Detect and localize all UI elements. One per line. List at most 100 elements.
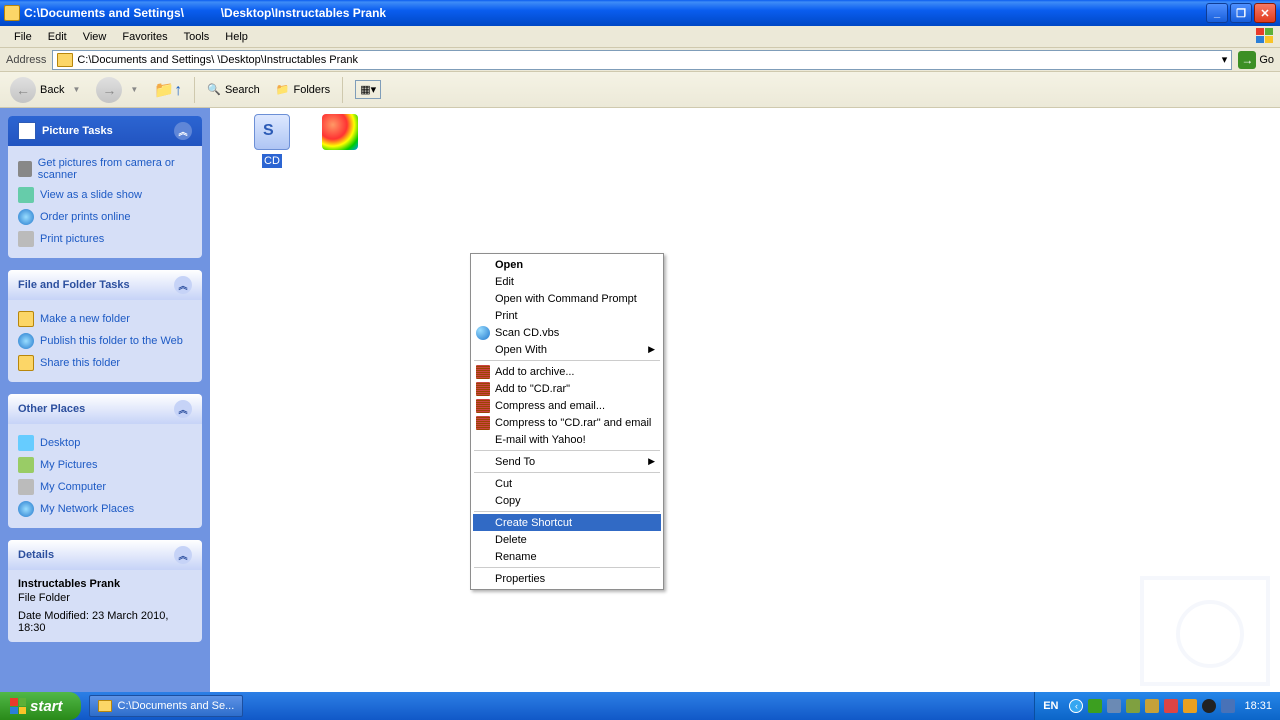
picture-icon xyxy=(18,122,36,140)
minimize-button[interactable]: _ xyxy=(1206,3,1228,23)
collapse-icon[interactable]: ︽ xyxy=(174,546,192,564)
place-desktop[interactable]: Desktop xyxy=(18,432,192,454)
tray-icon[interactable] xyxy=(1164,699,1178,713)
picture-tasks-panel: Picture Tasks ︽ Get pictures from camera… xyxy=(8,116,202,258)
other-places-panel: Other Places︽ Desktop My Pictures My Com… xyxy=(8,394,202,528)
msn-butterfly-icon xyxy=(322,114,358,150)
tray-icon[interactable] xyxy=(1221,699,1235,713)
menu-file[interactable]: File xyxy=(6,29,40,45)
tray-icon[interactable] xyxy=(1088,699,1102,713)
go-button[interactable]: → Go xyxy=(1238,51,1274,69)
separator xyxy=(194,77,195,103)
ctx-send-to[interactable]: Send To xyxy=(473,453,661,470)
taskbar: start C:\Documents and Se... EN ‹ 18:31 xyxy=(0,692,1280,720)
system-tray: EN ‹ 18:31 xyxy=(1034,692,1280,720)
ctx-edit[interactable]: Edit xyxy=(473,273,661,290)
ctx-e-mail-with-yahoo-[interactable]: E-mail with Yahoo! xyxy=(473,431,661,448)
go-arrow-icon: → xyxy=(1238,51,1256,69)
details-name: Instructables Prank xyxy=(18,578,192,590)
window-title: C:\Documents and Settings\ \Desktop\Inst… xyxy=(24,6,1206,20)
tray-icon[interactable] xyxy=(1107,699,1121,713)
task-slideshow[interactable]: View as a slide show xyxy=(18,184,192,206)
globe-icon xyxy=(18,209,34,225)
folders-button[interactable]: 📁Folders xyxy=(272,81,334,98)
task-publish-web[interactable]: Publish this folder to the Web xyxy=(18,330,192,352)
folder-content[interactable]: CD OpenEditOpen with Command PromptPrint… xyxy=(210,108,1280,692)
file-cd-vbs[interactable]: CD xyxy=(236,114,308,168)
task-share-folder[interactable]: Share this folder xyxy=(18,352,192,374)
task-get-pictures[interactable]: Get pictures from camera or scanner xyxy=(18,154,192,184)
task-new-folder[interactable]: Make a new folder xyxy=(18,308,192,330)
up-folder-icon: 📁↑ xyxy=(154,80,182,100)
ctx-print[interactable]: Print xyxy=(473,307,661,324)
ctx-compress-to-cd-rar-and-email[interactable]: Compress to "CD.rar" and email xyxy=(473,414,661,431)
task-order-prints[interactable]: Order prints online xyxy=(18,206,192,228)
computer-icon xyxy=(18,479,34,495)
folder-icon xyxy=(98,700,112,712)
vbs-file-icon xyxy=(254,114,290,150)
ctx-add-to-cd-rar-[interactable]: Add to "CD.rar" xyxy=(473,380,661,397)
window-buttons: _ ❐ ✕ xyxy=(1206,3,1276,23)
address-input[interactable]: C:\Documents and Settings\ \Desktop\Inst… xyxy=(52,50,1232,70)
menu-view[interactable]: View xyxy=(75,29,115,45)
ctx-compress-and-email-[interactable]: Compress and email... xyxy=(473,397,661,414)
details-header[interactable]: Details︽ xyxy=(8,540,202,570)
desktop-icon xyxy=(18,435,34,451)
file-msn[interactable] xyxy=(304,114,376,150)
folder-icon xyxy=(57,53,73,67)
language-indicator[interactable]: EN xyxy=(1043,700,1058,712)
separator xyxy=(342,77,343,103)
menu-tools[interactable]: Tools xyxy=(176,29,218,45)
ctx-scan-cd-vbs[interactable]: Scan CD.vbs xyxy=(473,324,661,341)
ctx-open-with[interactable]: Open With xyxy=(473,341,661,358)
clock[interactable]: 18:31 xyxy=(1244,700,1272,712)
ctx-cut[interactable]: Cut xyxy=(473,475,661,492)
menu-edit[interactable]: Edit xyxy=(40,29,75,45)
address-label: Address xyxy=(6,54,46,66)
back-button[interactable]: ← Back▼ xyxy=(6,75,84,105)
search-button[interactable]: 🔍Search xyxy=(203,81,264,98)
taskbar-explorer-button[interactable]: C:\Documents and Se... xyxy=(89,695,244,717)
ctx-rename[interactable]: Rename xyxy=(473,548,661,565)
views-button[interactable]: ▦▾ xyxy=(351,78,385,101)
picture-tasks-header[interactable]: Picture Tasks ︽ xyxy=(8,116,202,146)
slideshow-icon xyxy=(18,187,34,203)
collapse-icon[interactable]: ︽ xyxy=(174,122,192,140)
printer-icon xyxy=(18,231,34,247)
rar-icon xyxy=(476,416,490,430)
folder-icon xyxy=(4,5,20,21)
context-menu: OpenEditOpen with Command PromptPrintSca… xyxy=(470,253,664,590)
forward-button[interactable]: →▼ xyxy=(92,75,142,105)
place-my-computer[interactable]: My Computer xyxy=(18,476,192,498)
new-folder-icon xyxy=(18,311,34,327)
pictures-watermark-icon xyxy=(1140,576,1270,686)
tray-icon[interactable] xyxy=(1145,699,1159,713)
collapse-icon[interactable]: ︽ xyxy=(174,276,192,294)
menu-favorites[interactable]: Favorites xyxy=(114,29,175,45)
task-print-pictures[interactable]: Print pictures xyxy=(18,228,192,250)
menu-help[interactable]: Help xyxy=(217,29,256,45)
tray-icon[interactable] xyxy=(1126,699,1140,713)
ctx-properties[interactable]: Properties xyxy=(473,570,661,587)
back-arrow-icon: ← xyxy=(10,77,36,103)
ctx-copy[interactable]: Copy xyxy=(473,492,661,509)
file-folder-header[interactable]: File and Folder Tasks︽ xyxy=(8,270,202,300)
menu-bar: File Edit View Favorites Tools Help xyxy=(0,26,1280,48)
tray-icon[interactable] xyxy=(1202,699,1216,713)
up-button[interactable]: 📁↑ xyxy=(150,78,186,102)
ctx-open-with-command-prompt[interactable]: Open with Command Prompt xyxy=(473,290,661,307)
globe-icon xyxy=(18,333,34,349)
close-button[interactable]: ✕ xyxy=(1254,3,1276,23)
place-network-places[interactable]: My Network Places xyxy=(18,498,192,520)
ctx-add-to-archive-[interactable]: Add to archive... xyxy=(473,363,661,380)
other-places-header[interactable]: Other Places︽ xyxy=(8,394,202,424)
maximize-button[interactable]: ❐ xyxy=(1230,3,1252,23)
collapse-icon[interactable]: ︽ xyxy=(174,400,192,418)
ctx-delete[interactable]: Delete xyxy=(473,531,661,548)
ctx-open[interactable]: Open xyxy=(473,256,661,273)
tray-icon[interactable] xyxy=(1183,699,1197,713)
ctx-create-shortcut[interactable]: Create Shortcut xyxy=(473,514,661,531)
tray-icon[interactable]: ‹ xyxy=(1069,699,1083,713)
place-my-pictures[interactable]: My Pictures xyxy=(18,454,192,476)
start-button[interactable]: start xyxy=(0,692,81,720)
